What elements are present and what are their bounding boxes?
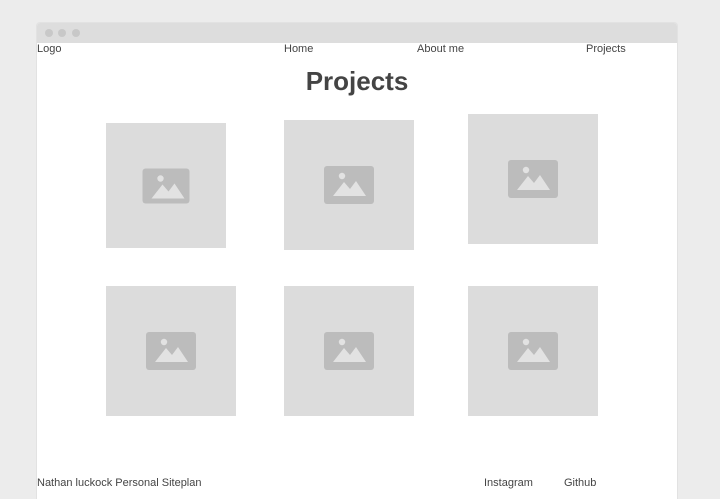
project-image-placeholder[interactable]: [106, 123, 226, 248]
browser-window: Logo Home About me Projects Projects Nat…: [37, 23, 677, 499]
window-dot-icon[interactable]: [72, 29, 80, 37]
project-image-placeholder[interactable]: [284, 120, 414, 250]
footer-link-github[interactable]: Github: [564, 477, 596, 490]
image-placeholder-icon: [324, 166, 374, 204]
nav-link-home[interactable]: Home: [284, 43, 313, 56]
project-image-placeholder[interactable]: [106, 286, 236, 416]
image-placeholder-icon: [142, 168, 190, 203]
footer-link-instagram[interactable]: Instagram: [484, 477, 533, 490]
project-image-placeholder[interactable]: [468, 114, 598, 244]
logo[interactable]: Logo: [37, 43, 61, 56]
window-dot-icon[interactable]: [58, 29, 66, 37]
image-placeholder-icon: [508, 332, 558, 370]
footer-site-label: Nathan luckock Personal Siteplan: [37, 477, 202, 489]
window-dot-icon[interactable]: [45, 29, 53, 37]
project-image-placeholder[interactable]: [284, 286, 414, 416]
image-placeholder-icon: [146, 332, 196, 370]
image-placeholder-icon: [324, 332, 374, 370]
window-titlebar: [37, 23, 677, 43]
page-title: Projects: [305, 66, 409, 96]
nav-link-about[interactable]: About me: [417, 43, 464, 56]
image-placeholder-icon: [508, 160, 558, 198]
project-image-placeholder[interactable]: [468, 286, 598, 416]
nav-link-projects[interactable]: Projects: [586, 43, 626, 56]
